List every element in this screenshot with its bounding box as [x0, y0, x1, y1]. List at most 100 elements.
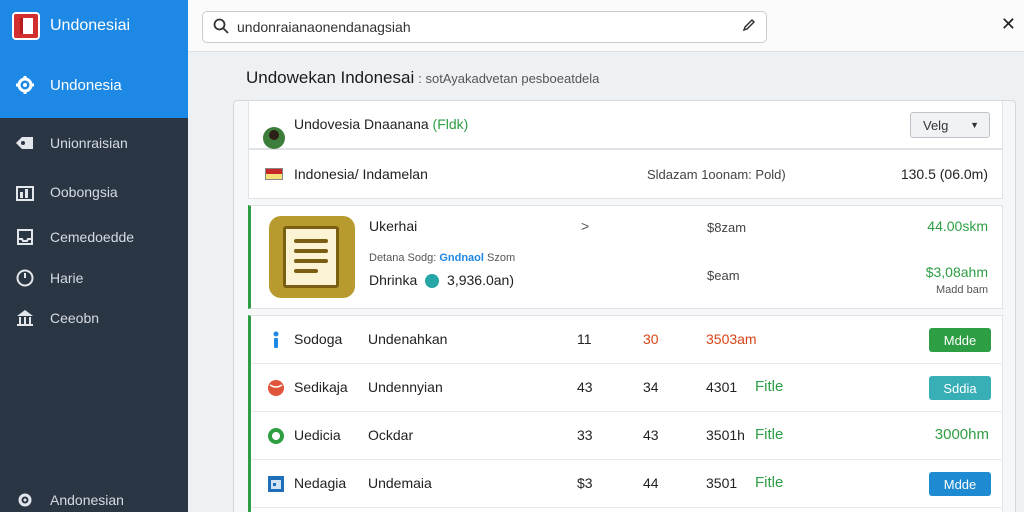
- summary-right: 130.5 (06.0m): [900, 166, 988, 182]
- card-meta-suffix: Szom: [487, 252, 516, 264]
- chevron-right-icon[interactable]: >: [581, 218, 589, 234]
- select-value: Velg: [923, 117, 949, 133]
- brand-name: Undonesiai: [50, 17, 131, 34]
- header-tag: (Fldk): [432, 116, 469, 132]
- item-desc: Undennyian: [368, 379, 443, 395]
- card-meta-prefix: Detana Sodg:: [369, 252, 437, 264]
- summary-row[interactable]: Indonesia/ Indamelan Sldazam 1oonam: Pol…: [248, 149, 1003, 199]
- list-item[interactable]: Nedagia Undemaia $3 44 3501 Fitle Mdde: [251, 460, 1003, 508]
- entries-list: Sodoga Undenahkan 11 30 3503am Mdde Sedi…: [248, 315, 1003, 512]
- card-right-bottom: $3,08ahm: [925, 264, 988, 280]
- search-icon: [213, 18, 231, 37]
- page-subtitle: : sotAyakadvetan pesboeatdela: [418, 71, 600, 86]
- item-name: Uedicia: [294, 427, 341, 443]
- clock-icon: [14, 267, 36, 289]
- chart-icon: [14, 181, 36, 203]
- sidebar-item-5[interactable]: Ceeobn: [0, 298, 188, 338]
- avatar[interactable]: [263, 126, 285, 149]
- close-icon[interactable]: ✕: [1001, 14, 1016, 35]
- item-name: Sedikaja: [294, 379, 348, 395]
- card-meta: Detana Sodg: Gndnaol Szom: [369, 252, 515, 264]
- card-title: Ukerhai: [369, 218, 418, 234]
- card-line2: Dhrinka 3,936.0an): [369, 272, 514, 289]
- list-item[interactable]: Uedicia Ockdar 33 43 3501h Fitle 3000hm: [251, 412, 1003, 460]
- brand[interactable]: Undonesiai: [0, 0, 188, 52]
- sidebar-item-1[interactable]: Unionraisian: [0, 123, 188, 163]
- item-desc: Undemaia: [368, 475, 432, 491]
- header-name: Undovesia Dnaanana (Fldk): [294, 116, 468, 132]
- app-logo-icon: [12, 12, 40, 40]
- sidebar: Undonesiai Undonesia Unionraisian Oobong…: [0, 0, 188, 512]
- gear-icon: [14, 74, 36, 96]
- page-title-text: Undowekan Indonesai: [246, 68, 415, 87]
- card-col1-top: $8zam: [707, 220, 747, 235]
- card-line2-value: 3,936.0an): [447, 272, 514, 288]
- edit-icon[interactable]: [742, 18, 756, 35]
- item-amount: 4301: [706, 379, 738, 395]
- summary-label: Indonesia/ Indamelan: [294, 166, 428, 182]
- sidebar-item-2[interactable]: Oobongsia: [0, 172, 188, 212]
- item-name: Nedagia: [294, 475, 347, 491]
- action-button[interactable]: Mdde: [929, 328, 991, 352]
- info-dot-icon: [425, 274, 440, 289]
- item-status: Fitle: [755, 474, 784, 491]
- item-n1: 43: [577, 379, 593, 395]
- view-select[interactable]: Velg ▼: [910, 112, 990, 138]
- item-desc: Undenahkan: [368, 331, 448, 347]
- shield-icon: [267, 427, 285, 445]
- sidebar-footer-item[interactable]: Andonesian: [0, 480, 188, 512]
- sidebar-item-label: Undonesia: [50, 76, 122, 94]
- item-desc: Ockdar: [368, 427, 414, 443]
- inbox-icon: [14, 226, 36, 248]
- card-meta-highlight: Gndnaol: [439, 252, 484, 264]
- item-amount: 3501: [706, 475, 738, 491]
- item-n2: 30: [643, 331, 659, 347]
- item-n2: 34: [643, 379, 659, 395]
- item-n1: $3: [577, 475, 593, 491]
- sidebar-item-3[interactable]: Cemedoedde: [0, 217, 188, 257]
- sidebar-item-active[interactable]: Undonesia: [0, 52, 188, 118]
- sidebar-item-label: Cemedoedde: [50, 229, 135, 245]
- tag-icon: [14, 132, 36, 154]
- calendar-icon: [267, 475, 285, 493]
- settings-icon: [14, 489, 36, 511]
- sidebar-item-label: Unionraisian: [50, 135, 128, 151]
- summary-middle: Sldazam 1oonam: Pold): [647, 167, 786, 182]
- item-status: Fitle: [755, 426, 784, 443]
- topbar: ✕: [188, 0, 1024, 52]
- sidebar-item-label: Oobongsia: [50, 184, 118, 200]
- bank-icon: [14, 307, 36, 329]
- document-card[interactable]: Ukerhai > $8zam 44.00skm Detana Sodg: Gn…: [248, 205, 1003, 309]
- item-amount: 3503am: [706, 331, 757, 347]
- header-name-text: Undovesia Dnaanana: [294, 116, 429, 132]
- item-name: Sodoga: [294, 331, 343, 347]
- panel-header-row: Undovesia Dnaanana (Fldk) Velg ▼: [248, 101, 1003, 149]
- page-title: Undowekan Indonesai: sotAyakadvetan pesb…: [246, 68, 599, 88]
- sidebar-item-label: Harie: [50, 270, 84, 286]
- item-n1: 33: [577, 427, 593, 443]
- card-col1-bottom: $eam: [707, 268, 740, 283]
- list-item[interactable]: Sedikaja Undennyian 43 34 4301 Fitle Sdd…: [251, 364, 1003, 412]
- item-n2: 43: [643, 427, 659, 443]
- sidebar-item-4[interactable]: Harie: [0, 258, 188, 298]
- search-input[interactable]: [237, 19, 707, 35]
- list-item[interactable]: Sodoga Undenahkan 11 30 3503am Mdde: [251, 316, 1003, 364]
- item-value: 3000hm: [934, 426, 989, 443]
- item-n2: 44: [643, 475, 659, 491]
- sidebar-item-label: Ceeobn: [50, 310, 100, 326]
- main-panel: Undovesia Dnaanana (Fldk) Velg ▼ Indones…: [233, 100, 1016, 512]
- card-right-top: 44.00skm: [927, 218, 988, 234]
- person-icon: [267, 331, 285, 349]
- search-bar[interactable]: [202, 11, 767, 43]
- sidebar-item-label: Andonesian: [50, 492, 124, 508]
- action-button[interactable]: Sddia: [929, 376, 991, 400]
- item-amount: 3501h: [706, 427, 745, 443]
- document-icon: [269, 216, 355, 298]
- action-button[interactable]: Mdde: [929, 472, 991, 496]
- flag-icon: [265, 168, 283, 180]
- item-n1: 11: [577, 331, 592, 347]
- ball-icon: [267, 379, 285, 397]
- item-status: Fitle: [755, 378, 784, 395]
- card-right-bottom-sub: Madd bam: [936, 284, 988, 296]
- card-line2-left: Dhrinka: [369, 272, 418, 288]
